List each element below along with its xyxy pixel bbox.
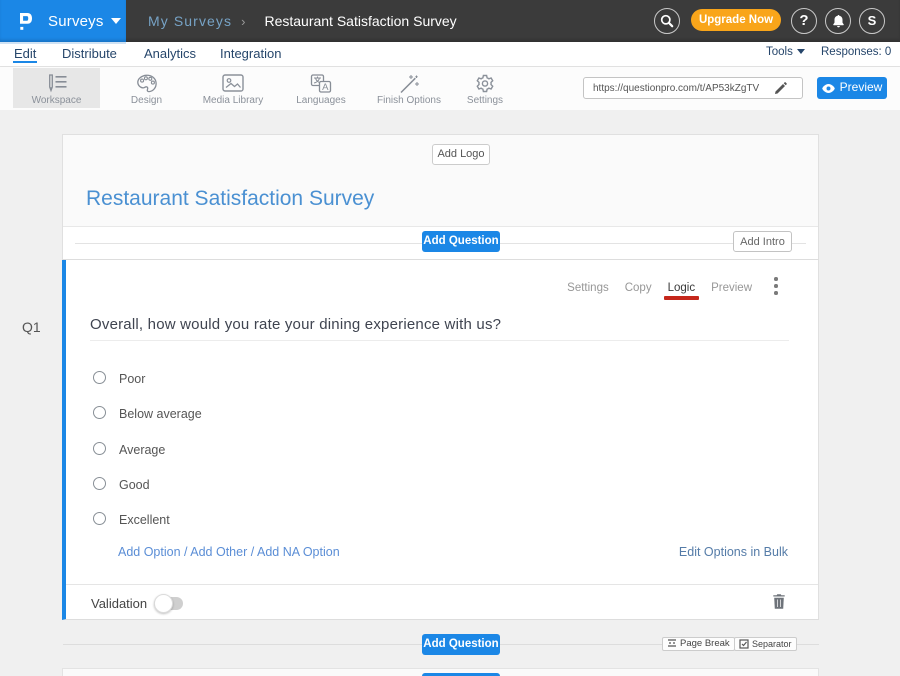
- svg-text:A: A: [322, 82, 329, 93]
